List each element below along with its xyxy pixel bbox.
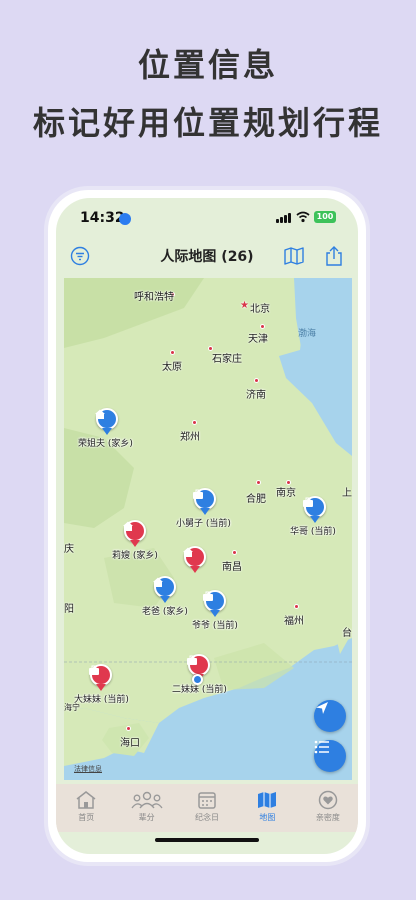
city-label-beijing: 北京 <box>250 304 270 315</box>
city-marker-taiyuan <box>170 350 175 355</box>
map-pin-yeye[interactable] <box>202 590 228 617</box>
tab-intimacy[interactable]: 亲密度 <box>298 784 358 832</box>
locate-me-button[interactable] <box>314 700 346 732</box>
location-arrow-icon <box>316 702 328 714</box>
pin-label-xiaoyizi: 小舅子 (当前) <box>176 519 231 529</box>
tab-label-anniversary: 纪念日 <box>195 813 220 822</box>
map-pin-unnamed-home[interactable] <box>182 546 208 573</box>
list-icon <box>314 740 329 754</box>
briefcase-icon <box>89 665 99 675</box>
city-label-fuzhou: 福州 <box>284 616 304 627</box>
city-label-jinan: 济南 <box>246 390 266 401</box>
briefcase-icon <box>193 489 203 499</box>
phone-frame: 14:32 100 人际地图 (26) 呼和浩特 ★ 北京 天津 渤海 太原 石… <box>48 190 366 862</box>
city-marker-haikou <box>126 726 131 731</box>
tab-label-intimacy: 亲密度 <box>315 813 340 822</box>
map-view[interactable]: 呼和浩特 ★ 北京 天津 渤海 太原 石家庄 济南 郑州 合肥 南京 上 南昌 … <box>64 278 352 780</box>
city-label-yang: 阳 <box>64 604 74 615</box>
status-bar: 14:32 100 <box>56 198 358 236</box>
nav-bar: 人际地图 (26) <box>56 236 358 276</box>
city-marker-fuzhou <box>294 604 299 609</box>
home-indicator <box>155 838 259 842</box>
city-label-shang: 上 <box>342 488 352 499</box>
city-label-huhehaote: 呼和浩特 <box>134 292 174 303</box>
house-icon <box>123 521 133 531</box>
wifi-icon <box>296 211 310 223</box>
tab-bar: 首页 辈分 纪念日 地图 亲密度 <box>56 784 358 832</box>
pin-label-yeye: 爷爷 (当前) <box>192 621 238 631</box>
tab-map[interactable]: 地图 <box>237 784 297 832</box>
tab-generation[interactable]: 辈分 <box>116 784 176 832</box>
status-time: 14:32 <box>80 210 125 226</box>
map-style-button[interactable] <box>282 244 306 268</box>
map-pin-dameimei[interactable] <box>88 664 114 691</box>
city-label-nanjing: 南京 <box>276 488 296 499</box>
city-label-nanchang: 南昌 <box>222 562 242 573</box>
share-icon <box>326 246 342 266</box>
map-pin-lisao[interactable] <box>122 520 148 547</box>
briefcase-icon <box>303 497 313 507</box>
map-pin-rongjiefu[interactable] <box>94 408 120 435</box>
promo-headline-1: 位置信息 <box>137 46 278 84</box>
tab-label-home: 首页 <box>78 813 95 822</box>
city-marker-hefei <box>256 480 261 485</box>
city-label-zhengzhou: 郑州 <box>180 432 200 443</box>
app-screen: 14:32 100 人际地图 (26) 呼和浩特 ★ 北京 天津 渤海 太原 石… <box>56 198 358 854</box>
pin-label-lisao: 莉嫂 (家乡) <box>112 551 158 561</box>
house-icon <box>153 577 163 587</box>
people-icon <box>131 791 163 809</box>
tab-anniversary[interactable]: 纪念日 <box>177 784 237 832</box>
heart-icon <box>318 790 338 810</box>
user-location-dot <box>192 674 203 685</box>
pin-label-rongjiefu: 荣姐夫 (家乡) <box>78 439 133 449</box>
city-label-qing: 庆 <box>64 544 74 555</box>
map-pin-huage[interactable] <box>302 496 328 523</box>
tab-label-generation: 辈分 <box>138 813 155 822</box>
city-label-tianjin: 天津 <box>248 334 268 345</box>
pin-label-laoba: 老爸 (家乡) <box>142 607 188 617</box>
city-label-hefei: 合肥 <box>246 494 266 505</box>
map-icon <box>258 792 277 808</box>
city-marker-jinan <box>254 378 259 383</box>
map-pin-xiaoyizi[interactable] <box>192 488 218 515</box>
house-icon <box>95 409 105 419</box>
briefcase-icon <box>203 591 213 601</box>
city-label-tai: 台 <box>342 628 352 639</box>
list-view-button[interactable] <box>314 740 346 772</box>
sea-label-bohai: 渤海 <box>298 329 317 339</box>
tab-home[interactable]: 首页 <box>56 784 116 832</box>
page-title: 人际地图 (26) <box>160 249 254 265</box>
city-marker-nanchang <box>232 550 237 555</box>
city-marker-tianjin <box>260 324 265 329</box>
city-marker-zhengzhou <box>192 420 197 425</box>
home-icon <box>76 791 96 809</box>
map-pin-laoba[interactable] <box>152 576 178 603</box>
battery-indicator: 100 <box>314 211 336 223</box>
signal-icon <box>276 213 291 223</box>
pin-label-dameimei: 大妹妹 (当前) <box>74 695 129 705</box>
city-label-shijiazhuang: 石家庄 <box>212 354 242 365</box>
location-arrow-icon <box>119 213 131 225</box>
house-icon <box>183 547 193 557</box>
capital-star-icon: ★ <box>240 300 249 311</box>
briefcase-icon <box>187 655 197 665</box>
city-label-taiyuan: 太原 <box>162 362 182 373</box>
promo-headline-2: 标记好用位置规划行程 <box>32 104 383 142</box>
city-label-haikou: 海口 <box>120 738 140 749</box>
share-button[interactable] <box>322 244 346 268</box>
legal-info-link[interactable]: 法律信息 <box>74 764 102 774</box>
pin-label-huage: 华哥 (当前) <box>290 527 336 537</box>
map-outline-icon <box>284 247 304 265</box>
calendar-icon <box>198 792 216 809</box>
tab-label-map: 地图 <box>259 813 276 822</box>
